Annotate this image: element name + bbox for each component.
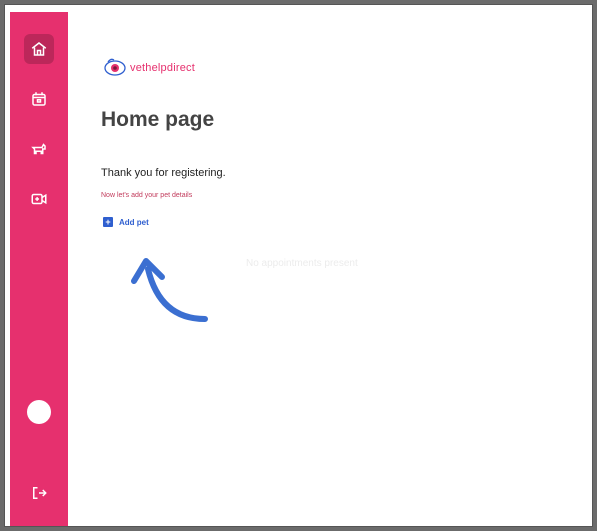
add-pet-label: Add pet — [119, 217, 149, 227]
main-content: vethelpdirect Home page Thank you for re… — [68, 12, 591, 526]
logo-mark-icon — [104, 58, 126, 76]
brand-logo: vethelpdirect — [102, 56, 195, 80]
video-call-icon — [31, 193, 47, 205]
page-title: Home page — [101, 108, 215, 131]
thanks-message: Thank you for registering. — [101, 167, 226, 179]
nav-video-consult[interactable] — [24, 184, 54, 214]
instruction-text: Now let's add your pet details — [101, 192, 193, 199]
sidebar — [10, 12, 68, 526]
add-pet-button[interactable]: + Add pet — [103, 217, 149, 227]
nav-appointments[interactable] — [24, 84, 54, 114]
nav-pets[interactable] — [24, 134, 54, 164]
empty-state-text: No appointments present — [246, 258, 358, 269]
pet-icon — [31, 143, 46, 155]
plus-icon: + — [103, 217, 113, 227]
logo-text: vethelpdirect — [130, 62, 195, 74]
avatar[interactable] — [27, 400, 51, 424]
arrow-annotation-icon — [131, 258, 208, 322]
home-icon — [31, 42, 47, 56]
logout-icon — [33, 487, 47, 499]
logout-button[interactable] — [24, 478, 54, 508]
nav-home[interactable] — [24, 34, 54, 64]
calendar-icon — [32, 92, 46, 106]
